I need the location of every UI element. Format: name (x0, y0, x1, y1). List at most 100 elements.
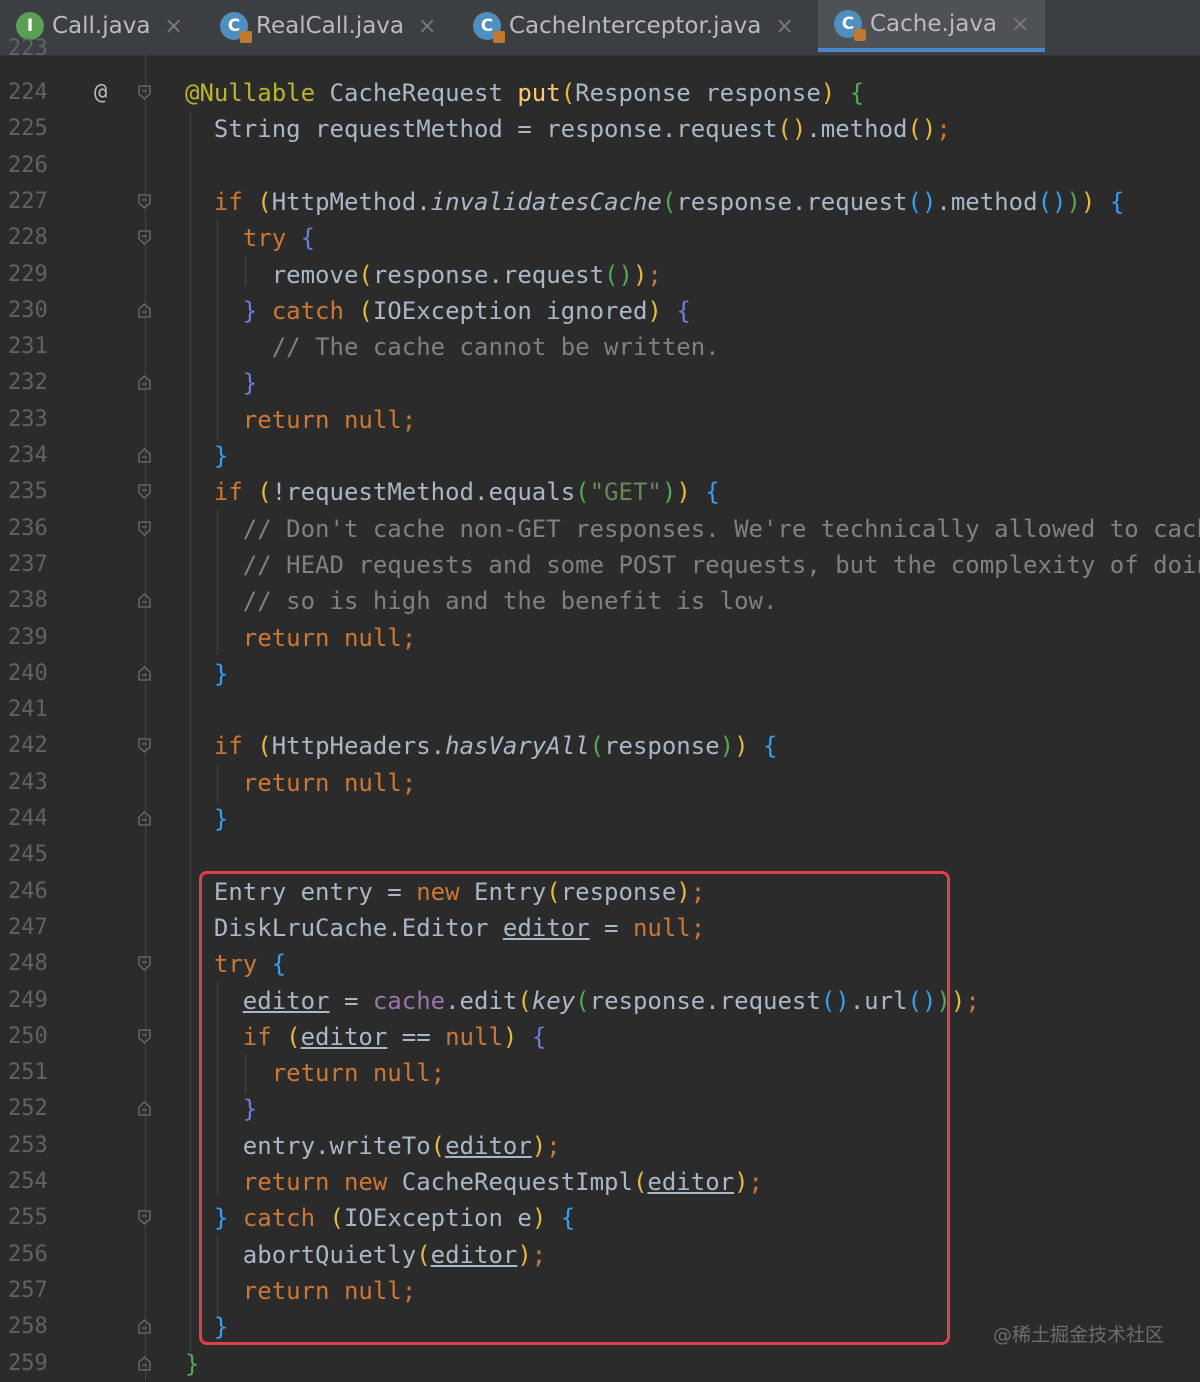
class-icon: C (834, 10, 866, 41)
fold-marker-icon[interactable] (138, 1319, 151, 1334)
fold-marker-icon[interactable] (138, 448, 151, 463)
code-line[interactable]: 231 // The cache cannot be written. (0, 329, 1200, 365)
tab-cache-java[interactable]: C Cache.java × (818, 0, 1046, 52)
editor-tab-bar: I Call.java × C RealCall.java × C CacheI… (0, 0, 1200, 56)
code-text: } (213, 659, 229, 688)
code-line[interactable]: 228 try { (0, 220, 1200, 256)
code-line[interactable]: 259} (0, 1346, 1200, 1382)
line-number: 224 (8, 80, 48, 105)
fold-marker-icon[interactable] (138, 1029, 151, 1044)
code-line[interactable]: 225 String requestMethod = response.requ… (0, 111, 1200, 147)
line-number: 231 (8, 334, 48, 360)
fold-marker-icon[interactable] (138, 665, 151, 681)
line-number: 240 (8, 660, 48, 686)
code-line[interactable]: 237 // HEAD requests and some POST reque… (0, 547, 1200, 583)
code-line[interactable]: 232 } (0, 365, 1200, 401)
code-line[interactable]: 224 @ @Nullable CacheRequest put(Response … (0, 75, 1200, 111)
line-number: 251 (8, 1060, 48, 1086)
code-line[interactable]: 230 } catch (IOException ignored) { (0, 293, 1200, 329)
line-number: 254 (8, 1169, 48, 1194)
code-text: return null; (242, 768, 417, 797)
code-text: try { (242, 224, 316, 253)
fold-marker-icon[interactable] (138, 811, 151, 826)
fold-marker-icon[interactable] (138, 738, 151, 754)
tab-realcall-java[interactable]: C RealCall.java × (220, 0, 436, 52)
tab-label: CacheInterceptor.java (509, 13, 762, 39)
code-line[interactable]: 245 (0, 837, 1200, 873)
line-number: 248 (8, 951, 48, 977)
watermark: @稀土掘金技术社区 (992, 1324, 1164, 1346)
code-line[interactable]: 236 // Don't cache non-GET responses. We… (0, 511, 1200, 547)
line-number: 256 (8, 1241, 48, 1267)
line-number-partial: 223 (8, 37, 48, 55)
line-number: 233 (8, 406, 48, 432)
line-number: 238 (8, 588, 48, 614)
close-icon[interactable]: × (1011, 12, 1029, 37)
code-line[interactable]: 233 return null; (0, 402, 1200, 438)
override-marker-icon[interactable]: @ (94, 75, 107, 111)
line-number: 250 (8, 1023, 48, 1049)
line-number: 235 (8, 479, 48, 505)
class-icon: C (473, 12, 505, 43)
code-text: } catch (IOException ignored) { (242, 296, 691, 325)
fold-marker-icon[interactable] (138, 85, 151, 100)
code-line[interactable]: 243 return null; (0, 765, 1200, 801)
line-number: 243 (8, 769, 48, 795)
code-text: // so is high and the benefit is low. (242, 587, 778, 616)
fold-marker-icon[interactable] (138, 956, 151, 972)
fold-marker-icon[interactable] (138, 375, 151, 391)
code-line[interactable]: 240 } (0, 656, 1200, 692)
code-line[interactable]: 226 (0, 148, 1200, 184)
line-number: 258 (8, 1314, 48, 1340)
code-line[interactable]: 241 (0, 692, 1200, 728)
line-number: 255 (8, 1205, 48, 1231)
fold-marker-icon[interactable] (138, 1210, 151, 1226)
close-icon[interactable]: × (164, 14, 182, 39)
code-text: // HEAD requests and some POST requests,… (242, 550, 1200, 579)
line-number: 227 (8, 188, 48, 214)
code-line[interactable]: 244 } (0, 801, 1200, 837)
line-number: 230 (8, 297, 48, 323)
code-line[interactable]: 242 if (HttpHeaders.hasVaryAll(response)… (0, 728, 1200, 764)
tab-cacheinterceptor-java[interactable]: C CacheInterceptor.java × (473, 0, 794, 52)
line-number: 242 (8, 733, 48, 759)
line-number: 257 (8, 1277, 48, 1303)
line-number: 253 (8, 1132, 48, 1158)
line-number: 236 (8, 515, 48, 541)
code-text: } (213, 805, 229, 833)
tab-label: RealCall.java (256, 13, 405, 39)
line-number: 249 (8, 987, 48, 1013)
code-line[interactable]: 235 if (!requestMethod.equals("GET")) { (0, 474, 1200, 510)
line-number: 229 (8, 261, 48, 287)
fold-marker-icon[interactable] (138, 484, 151, 500)
code-line[interactable]: 238 // so is high and the benefit is low… (0, 583, 1200, 619)
class-icon: C (220, 12, 252, 43)
code-text: if (HttpMethod.invalidatesCache(response… (213, 187, 1125, 216)
line-number: 252 (8, 1096, 48, 1122)
code-text: if (HttpHeaders.hasVaryAll(response)) { (213, 732, 778, 761)
tab-label: Call.java (52, 13, 151, 39)
code-line[interactable]: 227 if (HttpMethod.invalidatesCache(resp… (0, 184, 1200, 220)
fold-marker-icon[interactable] (138, 230, 151, 246)
line-number: 228 (8, 225, 48, 251)
code-line[interactable]: 239 return null; (0, 620, 1200, 656)
code-line[interactable]: 229 remove(response.request()); (0, 257, 1200, 293)
code-text: if (!requestMethod.equals("GET")) { (213, 478, 720, 507)
fold-marker-icon[interactable] (138, 520, 151, 536)
fold-marker-icon[interactable] (138, 302, 151, 318)
line-number: 226 (8, 152, 48, 178)
line-number: 247 (8, 914, 48, 940)
code-line[interactable]: 234 } (0, 438, 1200, 474)
close-icon[interactable]: × (775, 14, 793, 39)
line-number: 259 (8, 1350, 48, 1376)
code-text: // Don't cache non-GET responses. We're … (242, 514, 1200, 543)
fold-marker-icon[interactable] (138, 593, 151, 608)
close-icon[interactable]: × (418, 14, 436, 39)
fold-marker-icon[interactable] (138, 1101, 151, 1117)
code-text: return null; (242, 623, 417, 652)
fold-marker-icon[interactable] (138, 194, 151, 209)
highlight-box (199, 871, 950, 1345)
line-number: 246 (8, 878, 48, 904)
code-text: } (185, 1349, 200, 1378)
fold-marker-icon[interactable] (138, 1355, 151, 1371)
